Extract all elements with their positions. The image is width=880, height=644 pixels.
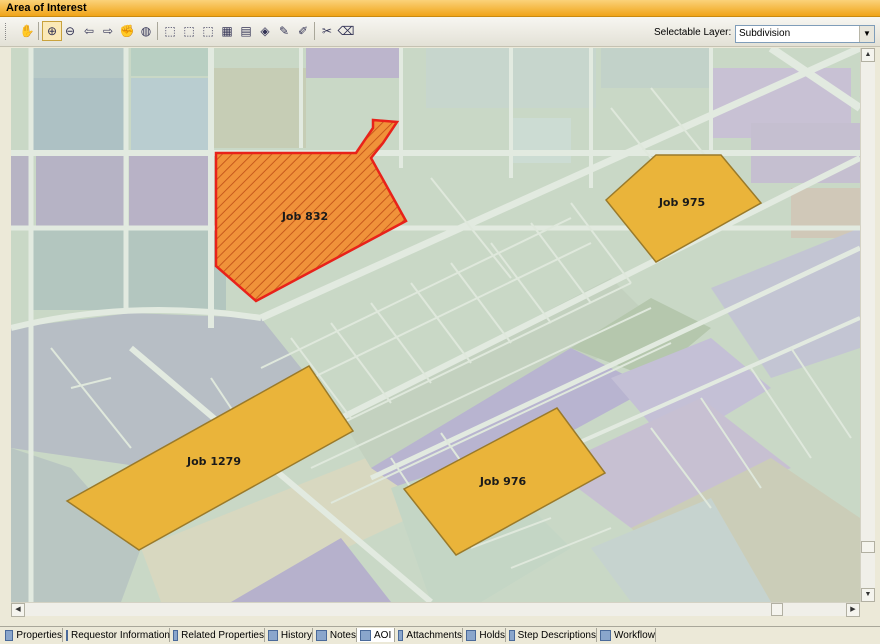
vertical-scroll-thumb[interactable] bbox=[861, 541, 875, 553]
full-extent-icon[interactable]: ◍ bbox=[137, 22, 155, 40]
vertical-scrollbar[interactable]: ▲ ▼ bbox=[860, 48, 875, 602]
job-label: Job 1279 bbox=[186, 455, 241, 468]
horizontal-scrollbar[interactable]: ◀ ▶ bbox=[11, 602, 860, 617]
horizontal-scroll-thumb[interactable] bbox=[771, 603, 783, 616]
selectable-layer-dropdown[interactable]: Subdivision ▼ bbox=[735, 25, 875, 43]
job-label: Job 976 bbox=[479, 475, 527, 488]
bottom-tab-strip: Properties Requestor Information Related… bbox=[0, 626, 880, 644]
toolbar-grip[interactable] bbox=[5, 23, 9, 40]
scroll-up-icon[interactable]: ▲ bbox=[861, 48, 875, 62]
scroll-left-icon[interactable]: ◀ bbox=[11, 603, 25, 617]
clear-selection-icon[interactable]: ▦ bbox=[218, 22, 236, 40]
identify-icon[interactable]: ✋ bbox=[18, 22, 36, 40]
map-canvas[interactable]: Job 832 Job 975 Job 1279 Job 976 bbox=[11, 48, 860, 602]
requestor-icon bbox=[66, 629, 68, 641]
forward-icon[interactable]: ⇨ bbox=[99, 22, 117, 40]
tab-requestor-information[interactable]: Requestor Information bbox=[63, 628, 170, 642]
tab-notes[interactable]: Notes bbox=[313, 628, 357, 642]
map-view[interactable]: Job 832 Job 975 Job 1279 Job 976 bbox=[11, 48, 860, 602]
tab-aoi[interactable]: AOI bbox=[357, 628, 395, 642]
history-icon bbox=[268, 629, 278, 641]
edit-icon[interactable]: ✎ bbox=[275, 22, 293, 40]
back-icon[interactable]: ⇦ bbox=[80, 22, 98, 40]
map-toolbar: ✋ ⊕ ⊖ ⇦ ⇨ ✊ ◍ ⬚ ⬚ ⬚ ▦ ▤ ◈ ✎ ✐ ✂ ⌫ Select… bbox=[0, 17, 880, 47]
tools-icon[interactable]: ✂ bbox=[318, 22, 336, 40]
chevron-down-icon[interactable]: ▼ bbox=[859, 26, 874, 42]
select-icon[interactable]: ⬚ bbox=[161, 22, 179, 40]
report-icon[interactable]: ▤ bbox=[237, 22, 255, 40]
workflow-icon bbox=[600, 629, 611, 641]
selectable-layer-label: Selectable Layer: bbox=[654, 27, 732, 38]
toolbar-separator bbox=[38, 22, 39, 40]
sketch-icon[interactable]: ✐ bbox=[294, 22, 312, 40]
erase-icon[interactable]: ⌫ bbox=[337, 22, 355, 40]
tab-workflow[interactable]: Workflow bbox=[597, 628, 656, 642]
holds-icon bbox=[466, 629, 477, 641]
tab-related-properties[interactable]: Related Properties bbox=[170, 628, 265, 642]
job-label: Job 832 bbox=[281, 210, 328, 223]
zoom-in-icon[interactable]: ⊕ bbox=[42, 21, 62, 41]
layer-icon[interactable]: ◈ bbox=[256, 22, 274, 40]
related-properties-icon bbox=[173, 629, 179, 641]
toolbar-separator bbox=[314, 22, 315, 40]
tab-properties[interactable]: Properties bbox=[2, 628, 63, 642]
window-title: Area of Interest bbox=[6, 2, 87, 14]
tab-attachments[interactable]: Attachments bbox=[395, 628, 463, 642]
tab-holds[interactable]: Holds bbox=[463, 628, 506, 642]
selectable-layer-value: Subdivision bbox=[739, 28, 791, 39]
toolbar-separator bbox=[157, 22, 158, 40]
aoi-icon bbox=[360, 629, 371, 641]
select-info-icon[interactable]: ⬚ bbox=[199, 22, 217, 40]
job-label: Job 975 bbox=[658, 196, 705, 209]
select-add-icon[interactable]: ⬚ bbox=[180, 22, 198, 40]
step-descriptions-icon bbox=[509, 629, 515, 641]
tab-history[interactable]: History bbox=[265, 628, 313, 642]
notes-icon bbox=[316, 629, 327, 641]
window-title-bar: Area of Interest bbox=[0, 0, 880, 17]
attachments-icon bbox=[398, 629, 404, 641]
zoom-out-icon[interactable]: ⊖ bbox=[61, 22, 79, 40]
pan-hand-icon[interactable]: ✊ bbox=[118, 22, 136, 40]
properties-icon bbox=[5, 629, 14, 641]
scroll-down-icon[interactable]: ▼ bbox=[861, 588, 875, 602]
scroll-right-icon[interactable]: ▶ bbox=[846, 603, 860, 617]
tab-step-descriptions[interactable]: Step Descriptions bbox=[506, 628, 597, 642]
